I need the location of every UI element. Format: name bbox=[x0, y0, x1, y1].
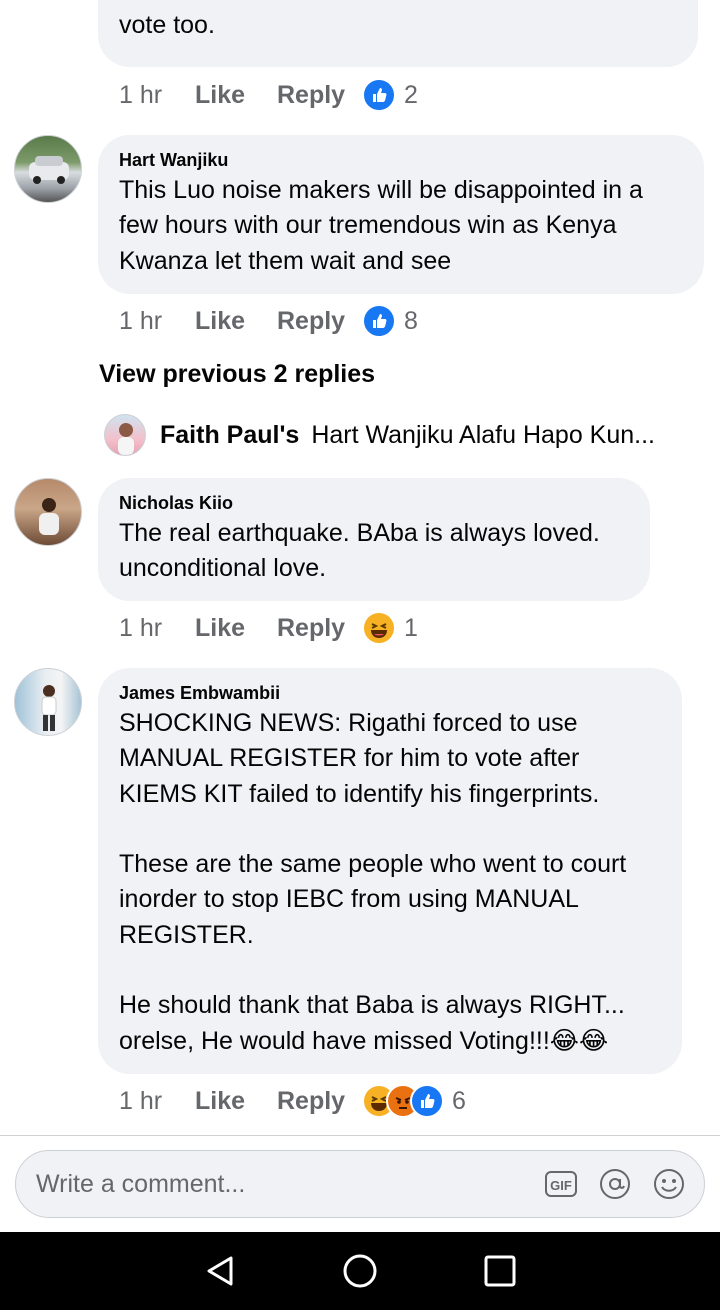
avatar[interactable] bbox=[14, 135, 82, 203]
reply-button[interactable]: Reply bbox=[277, 81, 362, 110]
gif-icon[interactable]: GIF bbox=[544, 1167, 578, 1201]
comment-time[interactable]: 1 hr bbox=[119, 81, 195, 110]
comment-time[interactable]: 1 hr bbox=[119, 1087, 195, 1116]
avatar[interactable] bbox=[14, 668, 82, 736]
like-icon[interactable] bbox=[362, 78, 396, 112]
comment-text: vote too. bbox=[119, 11, 215, 39]
comment-author[interactable]: Nicholas Kiio bbox=[119, 492, 629, 514]
comment-actions: 1 hr Like Reply 1 bbox=[119, 610, 418, 646]
like-button[interactable]: Like bbox=[195, 81, 277, 110]
avatar[interactable] bbox=[104, 414, 146, 456]
view-previous-replies[interactable]: View previous 2 replies bbox=[99, 360, 375, 389]
comment-text: The real earthquake. BAba is always love… bbox=[119, 519, 600, 583]
svg-text:GIF: GIF bbox=[550, 1178, 572, 1193]
comment-author[interactable]: James Embwambii bbox=[119, 682, 661, 704]
like-button[interactable]: Like bbox=[195, 307, 277, 336]
reply-button[interactable]: Reply bbox=[277, 1087, 362, 1116]
comment-actions: 1 hr Like Reply 2 bbox=[119, 77, 418, 113]
comment-time[interactable]: 1 hr bbox=[119, 614, 195, 643]
haha-icon[interactable] bbox=[362, 611, 396, 645]
comment-input[interactable]: Write a comment... bbox=[36, 1170, 544, 1199]
comment-bubble: vote too. bbox=[98, 0, 698, 67]
reply-preview[interactable]: Faith Paul's Hart Wanjiku Alafu Hapo Kun… bbox=[104, 414, 655, 456]
divider bbox=[0, 1135, 720, 1136]
reply-author[interactable]: Faith Paul's bbox=[160, 421, 299, 450]
like-icon[interactable] bbox=[410, 1084, 444, 1118]
avatar[interactable] bbox=[14, 478, 82, 546]
like-button[interactable]: Like bbox=[195, 614, 277, 643]
comment-actions: 1 hr Like Reply 8 bbox=[119, 303, 418, 339]
recents-icon[interactable] bbox=[480, 1251, 520, 1291]
comment-bubble: James Embwambii SHOCKING NEWS: Rigathi f… bbox=[98, 668, 682, 1074]
home-icon[interactable] bbox=[340, 1251, 380, 1291]
comment-author[interactable]: Hart Wanjiku bbox=[119, 149, 683, 171]
comment-time[interactable]: 1 hr bbox=[119, 307, 195, 336]
emoji-icon[interactable] bbox=[652, 1167, 686, 1201]
reaction-count[interactable]: 1 bbox=[404, 614, 418, 643]
comment-text: This Luo noise makers will be disappoint… bbox=[119, 176, 643, 275]
comment-bubble: Nicholas Kiio The real earthquake. BAba … bbox=[98, 478, 650, 601]
mention-icon[interactable] bbox=[598, 1167, 632, 1201]
like-icon[interactable] bbox=[362, 304, 396, 338]
reaction-count[interactable]: 8 bbox=[404, 307, 418, 336]
comment-composer[interactable]: Write a comment... GIF bbox=[15, 1150, 705, 1218]
comment-text: SHOCKING NEWS: Rigathi forced to use MAN… bbox=[119, 709, 627, 1055]
reaction-count[interactable]: 6 bbox=[452, 1087, 466, 1116]
composer-icons: GIF bbox=[544, 1167, 686, 1201]
reply-text: Hart Wanjiku Alafu Hapo Kun... bbox=[311, 420, 656, 449]
reply-button[interactable]: Reply bbox=[277, 307, 362, 336]
reaction-count[interactable]: 2 bbox=[404, 81, 418, 110]
reply-button[interactable]: Reply bbox=[277, 614, 362, 643]
back-icon[interactable] bbox=[200, 1251, 240, 1291]
like-button[interactable]: Like bbox=[195, 1087, 277, 1116]
comment-bubble: Hart Wanjiku This Luo noise makers will … bbox=[98, 135, 704, 294]
system-navigation-bar bbox=[0, 1232, 720, 1310]
comment-actions: 1 hr Like Reply 6 bbox=[119, 1083, 466, 1119]
